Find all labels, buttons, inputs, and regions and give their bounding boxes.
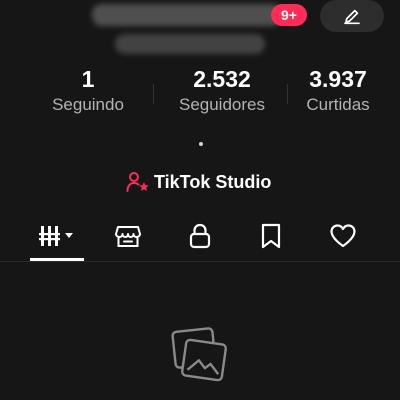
- stat-likes[interactable]: 3.937 Curtidas: [290, 64, 386, 116]
- photos-icon: [171, 327, 227, 382]
- stat-divider: [153, 84, 154, 104]
- person-star-icon: [126, 172, 149, 192]
- profile-handle-redacted: [115, 34, 265, 54]
- stat-likes-value: 3.937: [309, 66, 367, 92]
- tab-liked[interactable]: [315, 216, 371, 256]
- stat-following[interactable]: 1 Seguindo: [38, 64, 138, 116]
- empty-state: [170, 326, 230, 386]
- stat-following-label: Seguindo: [52, 95, 124, 114]
- shop-icon: [115, 226, 141, 247]
- stat-followers-label: Seguidores: [178, 95, 265, 114]
- tab-shop[interactable]: [100, 216, 156, 256]
- stat-likes-label: Curtidas: [306, 95, 370, 114]
- stat-followers-value: 2.532: [193, 66, 251, 92]
- videos-grid-icon: [39, 226, 73, 246]
- edit-profile-button[interactable]: [320, 0, 384, 32]
- profile-tabs: [0, 216, 400, 262]
- stat-divider: [287, 84, 288, 104]
- bookmark-icon: [261, 223, 281, 249]
- lock-icon: [189, 223, 211, 249]
- profile-name-redacted: [92, 4, 282, 26]
- tabs-divider: [0, 261, 400, 262]
- notification-badge[interactable]: 9+: [271, 4, 307, 26]
- stat-followers[interactable]: 2.532 Seguidores: [166, 64, 278, 116]
- stat-following-value: 1: [81, 66, 95, 92]
- heart-icon: [330, 224, 356, 248]
- pencil-icon: [344, 9, 360, 25]
- profile-stats: 1 Seguindo 2.532 Seguidores 3.937 Curtid…: [0, 64, 400, 124]
- bio-dot: [199, 142, 203, 146]
- tab-private[interactable]: [172, 216, 228, 256]
- tiktok-studio-label: TikTok Studio: [154, 171, 272, 192]
- tiktok-studio-link[interactable]: TikTok Studio: [126, 168, 271, 196]
- tab-videos[interactable]: [30, 216, 86, 256]
- tab-saved[interactable]: [243, 216, 299, 256]
